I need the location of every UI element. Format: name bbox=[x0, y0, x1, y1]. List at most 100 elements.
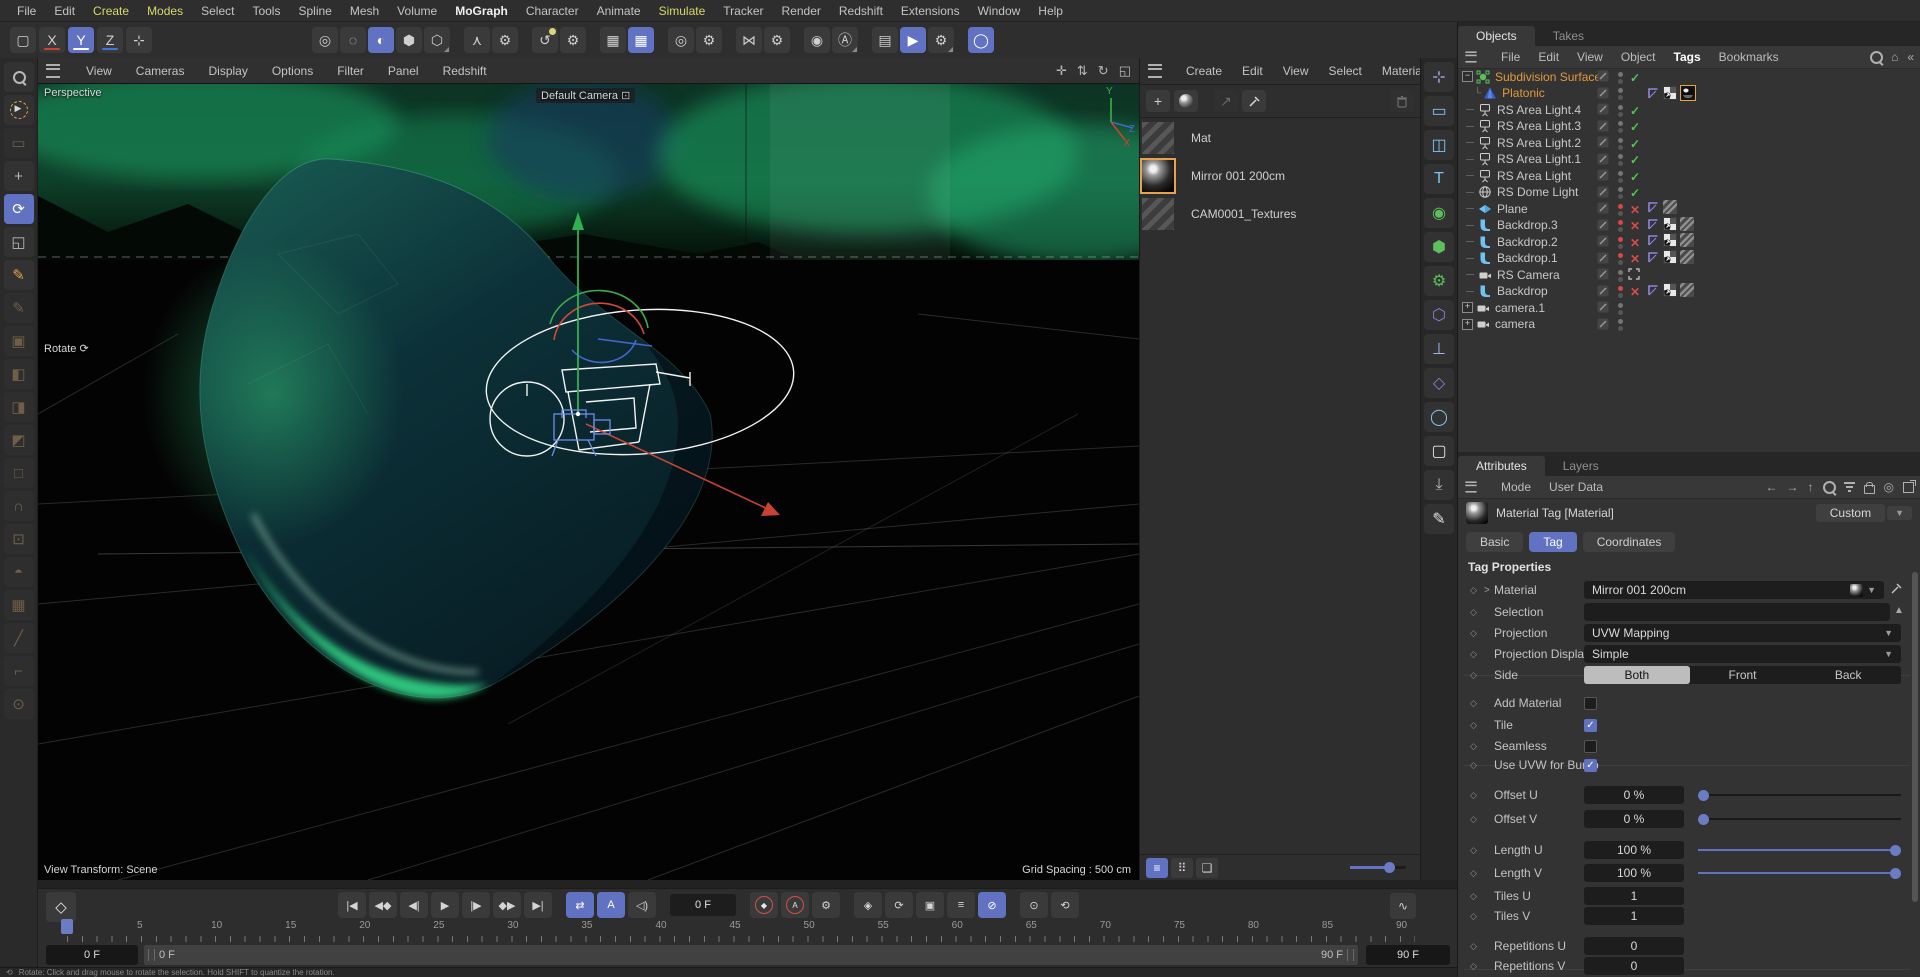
checkbox[interactable]: ✓ bbox=[1584, 718, 1597, 732]
render-view-icon[interactable]: ◉ bbox=[804, 27, 830, 53]
parameter-diamond-icon[interactable]: ◇ bbox=[1470, 941, 1477, 952]
key-parameter-button[interactable]: ▣ bbox=[916, 892, 944, 918]
layer-edit-icon[interactable] bbox=[1597, 202, 1609, 217]
material-row[interactable]: CAM0001_Textures bbox=[1140, 198, 1420, 234]
gizmo-outline-icon[interactable]: ◌ bbox=[340, 27, 366, 53]
find-tool-icon[interactable] bbox=[3, 62, 34, 92]
menubar-item-tools[interactable]: Tools bbox=[243, 4, 289, 18]
key-rotation-button[interactable]: ⟳ bbox=[885, 892, 913, 918]
render-visibility-dot[interactable] bbox=[1618, 111, 1623, 117]
attribute-search-icon[interactable] bbox=[1822, 481, 1836, 494]
layer-edit-icon[interactable] bbox=[1597, 136, 1609, 151]
layer-edit-icon[interactable] bbox=[1597, 285, 1609, 300]
menubar-item-redshift[interactable]: Redshift bbox=[830, 4, 892, 18]
material-link-field[interactable]: Mirror 001 200cm ▼ bbox=[1584, 581, 1884, 599]
parameter-diamond-icon[interactable]: ◇ bbox=[1470, 670, 1477, 681]
cage-deform-icon[interactable]: ⊡ bbox=[3, 524, 34, 554]
viewport-menu-view[interactable]: View bbox=[74, 64, 124, 78]
tree-expander-icon[interactable]: + bbox=[1462, 318, 1473, 330]
object-row[interactable]: + camera.1 bbox=[1458, 299, 1920, 316]
arch-tool-icon[interactable]: ∩ bbox=[3, 491, 34, 521]
parameter-diamond-icon[interactable]: ◇ bbox=[1470, 585, 1477, 596]
material-menu-view[interactable]: View bbox=[1273, 64, 1319, 78]
tree-expander-icon[interactable]: − bbox=[1462, 71, 1473, 82]
layer-edit-icon[interactable] bbox=[1597, 268, 1609, 283]
tab-attributes[interactable]: Attributes bbox=[1458, 456, 1545, 476]
phong-tag-icon[interactable] bbox=[1646, 250, 1660, 264]
keyframe-marker-button[interactable]: ◇ bbox=[46, 892, 76, 922]
menubar-item-animate[interactable]: Animate bbox=[588, 4, 650, 18]
symmetry-settings-gear-icon[interactable]: ⚙ bbox=[764, 27, 790, 53]
render-settings-icon[interactable]: Ⓐ bbox=[832, 27, 858, 53]
parameter-diamond-icon[interactable]: ◇ bbox=[1470, 868, 1477, 879]
camera-object-icon[interactable]: ▢ bbox=[1424, 436, 1454, 466]
home-icon[interactable]: ⌂ bbox=[1891, 50, 1898, 64]
points-mode-icon[interactable]: ◧ bbox=[3, 359, 34, 389]
sketch-tool-icon[interactable]: ✎ bbox=[3, 293, 34, 323]
axis-modify-icon[interactable]: ⊥ bbox=[1424, 334, 1454, 364]
material-eyedropper-button[interactable] bbox=[1242, 90, 1266, 112]
previous-frame-button[interactable]: ◀| bbox=[400, 892, 428, 918]
editor-visibility-dot[interactable] bbox=[1618, 137, 1623, 143]
value-field[interactable]: 0 bbox=[1584, 937, 1684, 955]
selection-triangle-icon[interactable]: ▲ bbox=[1894, 605, 1904, 616]
parameter-slider[interactable] bbox=[1698, 841, 1901, 859]
enable-state-icon[interactable]: ✓ bbox=[1628, 186, 1642, 200]
object-menu-edit[interactable]: Edit bbox=[1529, 50, 1568, 64]
play-mode-button[interactable]: A bbox=[597, 892, 625, 918]
subdivision-surface-icon[interactable]: ◉ bbox=[1424, 198, 1454, 228]
layer-edit-icon[interactable] bbox=[1597, 318, 1609, 333]
checkbox[interactable]: ✓ bbox=[1584, 758, 1597, 772]
render-visibility-dot[interactable] bbox=[1618, 95, 1623, 100]
autokey-button[interactable]: A bbox=[781, 892, 809, 918]
menubar-item-modes[interactable]: Modes bbox=[138, 4, 192, 18]
picture-viewer-icon[interactable]: ▤ bbox=[872, 27, 898, 53]
slider-knob[interactable] bbox=[1890, 867, 1901, 879]
symmetry-icon[interactable]: ⋈ bbox=[736, 27, 762, 53]
enable-state-icon[interactable] bbox=[1628, 268, 1642, 283]
material-grid-view-button[interactable]: ⠿ bbox=[1171, 857, 1193, 878]
menubar-item-file[interactable]: File bbox=[8, 4, 45, 18]
material-row[interactable]: Mat bbox=[1140, 122, 1420, 158]
menubar-item-help[interactable]: Help bbox=[1029, 4, 1072, 18]
fcurve-editor-button[interactable]: ∿ bbox=[1390, 893, 1416, 919]
value-field[interactable]: 100 % bbox=[1584, 864, 1684, 882]
menubar-item-render[interactable]: Render bbox=[773, 4, 830, 18]
object-row[interactable]: Plane ✕ bbox=[1458, 200, 1920, 217]
phong-tag-icon[interactable] bbox=[1646, 200, 1660, 214]
preset-dropdown-arrow-icon[interactable]: ▼ bbox=[1887, 506, 1912, 520]
render-visibility-dot[interactable] bbox=[1618, 326, 1623, 331]
phong-tag-icon[interactable] bbox=[1646, 233, 1660, 247]
cluster-icon[interactable]: ⬢ bbox=[1424, 232, 1454, 262]
tag-tab-coordinates[interactable]: Coordinates bbox=[1582, 532, 1676, 552]
cube-primitive-icon[interactable]: ◫ bbox=[1424, 130, 1454, 160]
tab-objects[interactable]: Objects bbox=[1458, 26, 1535, 46]
material-eyedropper-icon[interactable] bbox=[1890, 582, 1903, 598]
menubar-item-create[interactable]: Create bbox=[84, 4, 138, 18]
visibility-dots[interactable] bbox=[1618, 121, 1623, 133]
render-visibility-dot[interactable] bbox=[1618, 276, 1623, 282]
attribute-filter-icon[interactable] bbox=[1843, 481, 1855, 493]
weld-mask-icon[interactable]: ◓ bbox=[3, 557, 34, 587]
parameter-diamond-icon[interactable]: ◇ bbox=[1470, 649, 1477, 660]
value-field[interactable]: 0 % bbox=[1584, 810, 1684, 828]
range-start-field[interactable]: 0 F bbox=[46, 945, 138, 965]
shading-outline-icon[interactable]: ⬡ bbox=[424, 27, 450, 53]
object-menu-file[interactable]: File bbox=[1492, 50, 1529, 64]
rectangle-selection-icon[interactable]: ▭ bbox=[3, 128, 34, 158]
editor-visibility-dot[interactable] bbox=[1618, 269, 1623, 275]
object-row[interactable]: − Subdivision Surface ✓ bbox=[1458, 68, 1920, 85]
render-visibility-dot[interactable] bbox=[1618, 293, 1623, 298]
editor-visibility-dot[interactable] bbox=[1618, 319, 1623, 324]
parameter-diamond-icon[interactable]: ◇ bbox=[1470, 790, 1477, 801]
visibility-dots[interactable] bbox=[1618, 154, 1623, 166]
visibility-dots[interactable] bbox=[1618, 253, 1623, 265]
material-hamburger-icon[interactable] bbox=[1148, 64, 1162, 78]
menubar-item-mograph[interactable]: MoGraph bbox=[446, 4, 517, 18]
visibility-dots[interactable] bbox=[1618, 88, 1623, 100]
snap-settings-gear-icon[interactable]: ⚙ bbox=[560, 27, 586, 53]
preset-dropdown[interactable]: Custom bbox=[1815, 504, 1886, 522]
grid-icon[interactable]: ▦ bbox=[600, 27, 626, 53]
layer-edit-icon[interactable] bbox=[1597, 120, 1609, 135]
editor-visibility-dot[interactable] bbox=[1618, 170, 1623, 176]
